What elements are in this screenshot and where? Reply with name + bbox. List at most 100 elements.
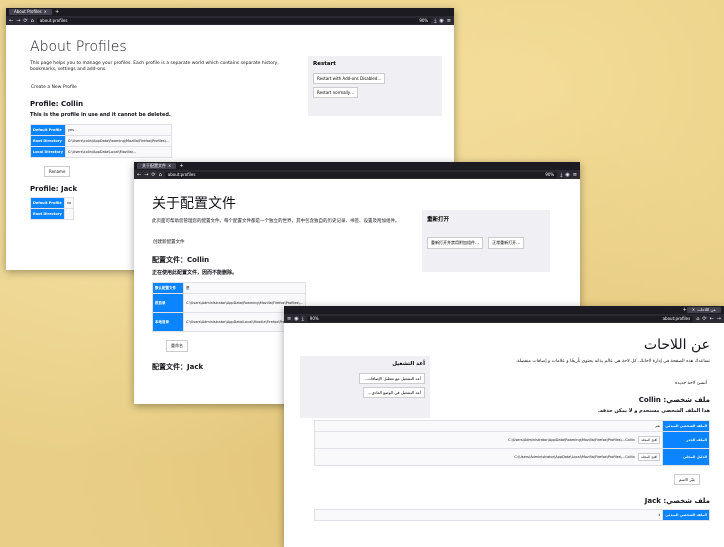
page-description: This page helps you to manage your profi… bbox=[30, 61, 279, 72]
table-key: Default Profile bbox=[30, 197, 65, 209]
table-row: 本地目录 C:\Users\Administrator\AppData\Local… bbox=[152, 312, 306, 332]
restart-heading: أعد التشغيل bbox=[392, 361, 425, 367]
table-key: 本地目录 bbox=[152, 312, 184, 332]
home-icon[interactable]: ⌂ bbox=[696, 316, 699, 322]
restart-normally-button[interactable]: أعد التشغيل في الوضع العادي… bbox=[363, 387, 425, 398]
table-value: yes bbox=[64, 124, 173, 136]
url-bar[interactable]: about:profiles 90% bbox=[36, 17, 432, 24]
restart-addons-disabled-button[interactable]: Restart with Add-ons Disabled… bbox=[313, 73, 386, 84]
close-icon[interactable]: × bbox=[168, 163, 171, 169]
menu-icon[interactable]: ≡ bbox=[573, 172, 577, 178]
page-description: 此页面可帮助您管理您的配置文件。每个配置文件都是一个独立的世界，其中包含独自的历… bbox=[152, 219, 400, 224]
tab-title: About Profiles bbox=[14, 9, 42, 14]
tab-about-profiles[interactable]: 关于配置文件 × bbox=[137, 163, 177, 169]
tab-about-profiles[interactable]: عن اللاحات × bbox=[686, 307, 721, 313]
forward-icon[interactable]: → bbox=[16, 18, 20, 24]
table-key: 根目录 bbox=[152, 293, 184, 313]
table-row: 根目录 C:\Users\Administrator\AppData\Roamin… bbox=[152, 293, 306, 313]
browser-window-arabic: عن اللاحات × + → ← ⟳ ⌂ about:profiles 90% ⤓ ◉ ≡… bbox=[284, 306, 724, 547]
zoom-level[interactable]: 90% bbox=[545, 172, 554, 178]
table-row: Local Directory C:\Users\colin\AppData\Lo… bbox=[30, 146, 173, 158]
tab-bar: About Profiles × + bbox=[6, 8, 454, 16]
new-tab-icon[interactable]: + bbox=[179, 163, 183, 169]
restart-addons-disabled-button[interactable]: 重新打开并禁用附加组件… bbox=[427, 237, 483, 249]
restart-addons-disabled-button[interactable]: أعد التشغيل مع تعطيل الإضافات… bbox=[359, 373, 425, 384]
nav-bar: ← → ⟳ ⌂ about:profiles 90% ⤓ ◉ ≡ bbox=[6, 16, 454, 25]
back-icon[interactable]: ← bbox=[137, 172, 141, 178]
create-profile-button[interactable]: 创建新配置文件 bbox=[150, 237, 188, 247]
rename-button[interactable]: غيّر الاسم bbox=[673, 474, 700, 485]
rename-button[interactable]: Rename bbox=[44, 166, 71, 177]
new-tab-icon[interactable]: + bbox=[683, 307, 687, 313]
account-icon[interactable]: ◉ bbox=[294, 316, 298, 322]
table-key: Local Directory bbox=[30, 146, 66, 158]
account-icon[interactable]: ◉ bbox=[439, 18, 443, 24]
page-title: About Profiles bbox=[30, 39, 127, 55]
nav-bar: → ← ⟳ ⌂ about:profiles 90% ⤓ ◉ ≡ bbox=[284, 314, 724, 323]
new-tab-icon[interactable]: + bbox=[55, 9, 59, 15]
tab-bar: 关于配置文件 × + bbox=[134, 162, 580, 170]
table-key: Default Profile bbox=[30, 124, 66, 136]
close-icon[interactable]: × bbox=[44, 9, 47, 15]
table-row: Root Directory C:\Users\colin\AppData\Roa… bbox=[30, 135, 173, 147]
url-bar[interactable]: about:profiles 90% bbox=[306, 315, 694, 322]
downloads-icon[interactable]: ⤓ bbox=[434, 18, 436, 24]
page-description: تساعدك هذه الصفحة في إدارة لاحاتك. كل لا… bbox=[515, 359, 710, 364]
table-key: الملف الجذر bbox=[662, 431, 710, 449]
menu-icon[interactable]: ≡ bbox=[287, 316, 291, 322]
page-content: عن اللاحات تساعدك هذه الصفحة في إدارة لا… bbox=[284, 323, 724, 531]
menu-icon[interactable]: ≡ bbox=[447, 18, 451, 24]
rename-button[interactable]: 重命名 bbox=[166, 340, 188, 352]
zoom-level[interactable]: 90% bbox=[419, 18, 428, 24]
open-folder-button[interactable]: افتح المجلد bbox=[637, 436, 661, 444]
table-key: 默认配置文件 bbox=[152, 282, 184, 294]
tab-bar: عن اللاحات × + bbox=[284, 306, 724, 314]
table-key: الملف الشخصي المبدئي bbox=[662, 509, 710, 521]
restart-normally-button[interactable]: 正常重新打开… bbox=[488, 237, 525, 249]
url-text: about:profiles bbox=[167, 171, 196, 177]
tab-about-profiles[interactable]: About Profiles × bbox=[9, 9, 52, 15]
tab-title: عن اللاحات bbox=[697, 307, 716, 312]
table-row: الدليل المحلي افتح المجلد C:\Users\Admini… bbox=[313, 448, 710, 466]
restart-normally-button[interactable]: Restart normally… bbox=[313, 87, 359, 98]
create-profile-button[interactable]: Create a New Profile bbox=[28, 83, 80, 92]
back-icon[interactable]: ← bbox=[9, 18, 13, 24]
table-value: C:\Users\Administrator\AppData\Local\Moz… bbox=[514, 455, 635, 459]
table-row: الملف الشخصي المبدئي نعم bbox=[313, 420, 710, 432]
table-key: الملف الشخصي المبدئي bbox=[662, 420, 710, 432]
table-value: no bbox=[63, 197, 75, 209]
restart-heading: Restart bbox=[313, 61, 336, 67]
page-title: عن اللاحات bbox=[643, 337, 710, 353]
forward-icon[interactable]: ← bbox=[710, 316, 714, 322]
table-row: Default Profile no bbox=[30, 197, 75, 209]
table-value: لا bbox=[313, 509, 664, 521]
reload-icon[interactable]: ⟳ bbox=[151, 172, 155, 178]
close-icon[interactable]: × bbox=[692, 307, 695, 313]
table-value: C:\Users\colin\AppData\Roaming\Mozilla\F… bbox=[64, 135, 173, 147]
nav-bar: ← → ⟳ ⌂ about:profiles 90% ⤓ ◉ ≡ bbox=[134, 170, 580, 179]
profile-table: الملف الشخصي المبدئي نعم الملف الجذر افتح … bbox=[313, 420, 710, 466]
open-folder-button[interactable]: افتح المجلد bbox=[637, 453, 661, 461]
home-icon[interactable]: ⌂ bbox=[159, 172, 162, 178]
profile-table: الملف الشخصي المبدئي لا bbox=[313, 509, 710, 521]
profile-table: 默认配置文件是 根目录 C:\Users\Administrator\AppDat… bbox=[152, 282, 306, 332]
downloads-icon[interactable]: ⤓ bbox=[302, 316, 304, 322]
create-profile-button[interactable]: أنشئ لاحة جديدة bbox=[672, 379, 710, 388]
reload-icon[interactable]: ⟳ bbox=[23, 18, 27, 24]
back-icon[interactable]: → bbox=[717, 316, 721, 322]
table-row: Root Directory bbox=[30, 208, 75, 220]
restart-panel: أعد التشغيل أعد التشغيل مع تعطيل الإضافا… bbox=[300, 356, 430, 418]
account-icon[interactable]: ◉ bbox=[565, 172, 569, 178]
downloads-icon[interactable]: ⤓ bbox=[560, 172, 562, 178]
table-key: الدليل المحلي bbox=[662, 448, 710, 466]
home-icon[interactable]: ⌂ bbox=[31, 18, 34, 24]
forward-icon[interactable]: → bbox=[144, 172, 148, 178]
zoom-level[interactable]: 90% bbox=[310, 316, 319, 322]
table-row: الملف الجذر افتح المجلد C:\Users\Administ… bbox=[313, 431, 710, 449]
table-value: C:\Users\colin\AppData\Local\Mozilla\... bbox=[64, 146, 173, 158]
profile-table: Default Profile no Root Directory bbox=[30, 197, 75, 220]
reload-icon[interactable]: ⟳ bbox=[702, 316, 706, 322]
url-bar[interactable]: about:profiles 90% bbox=[164, 171, 558, 178]
url-text: about:profiles bbox=[662, 315, 691, 321]
table-key: Root Directory bbox=[30, 208, 65, 220]
